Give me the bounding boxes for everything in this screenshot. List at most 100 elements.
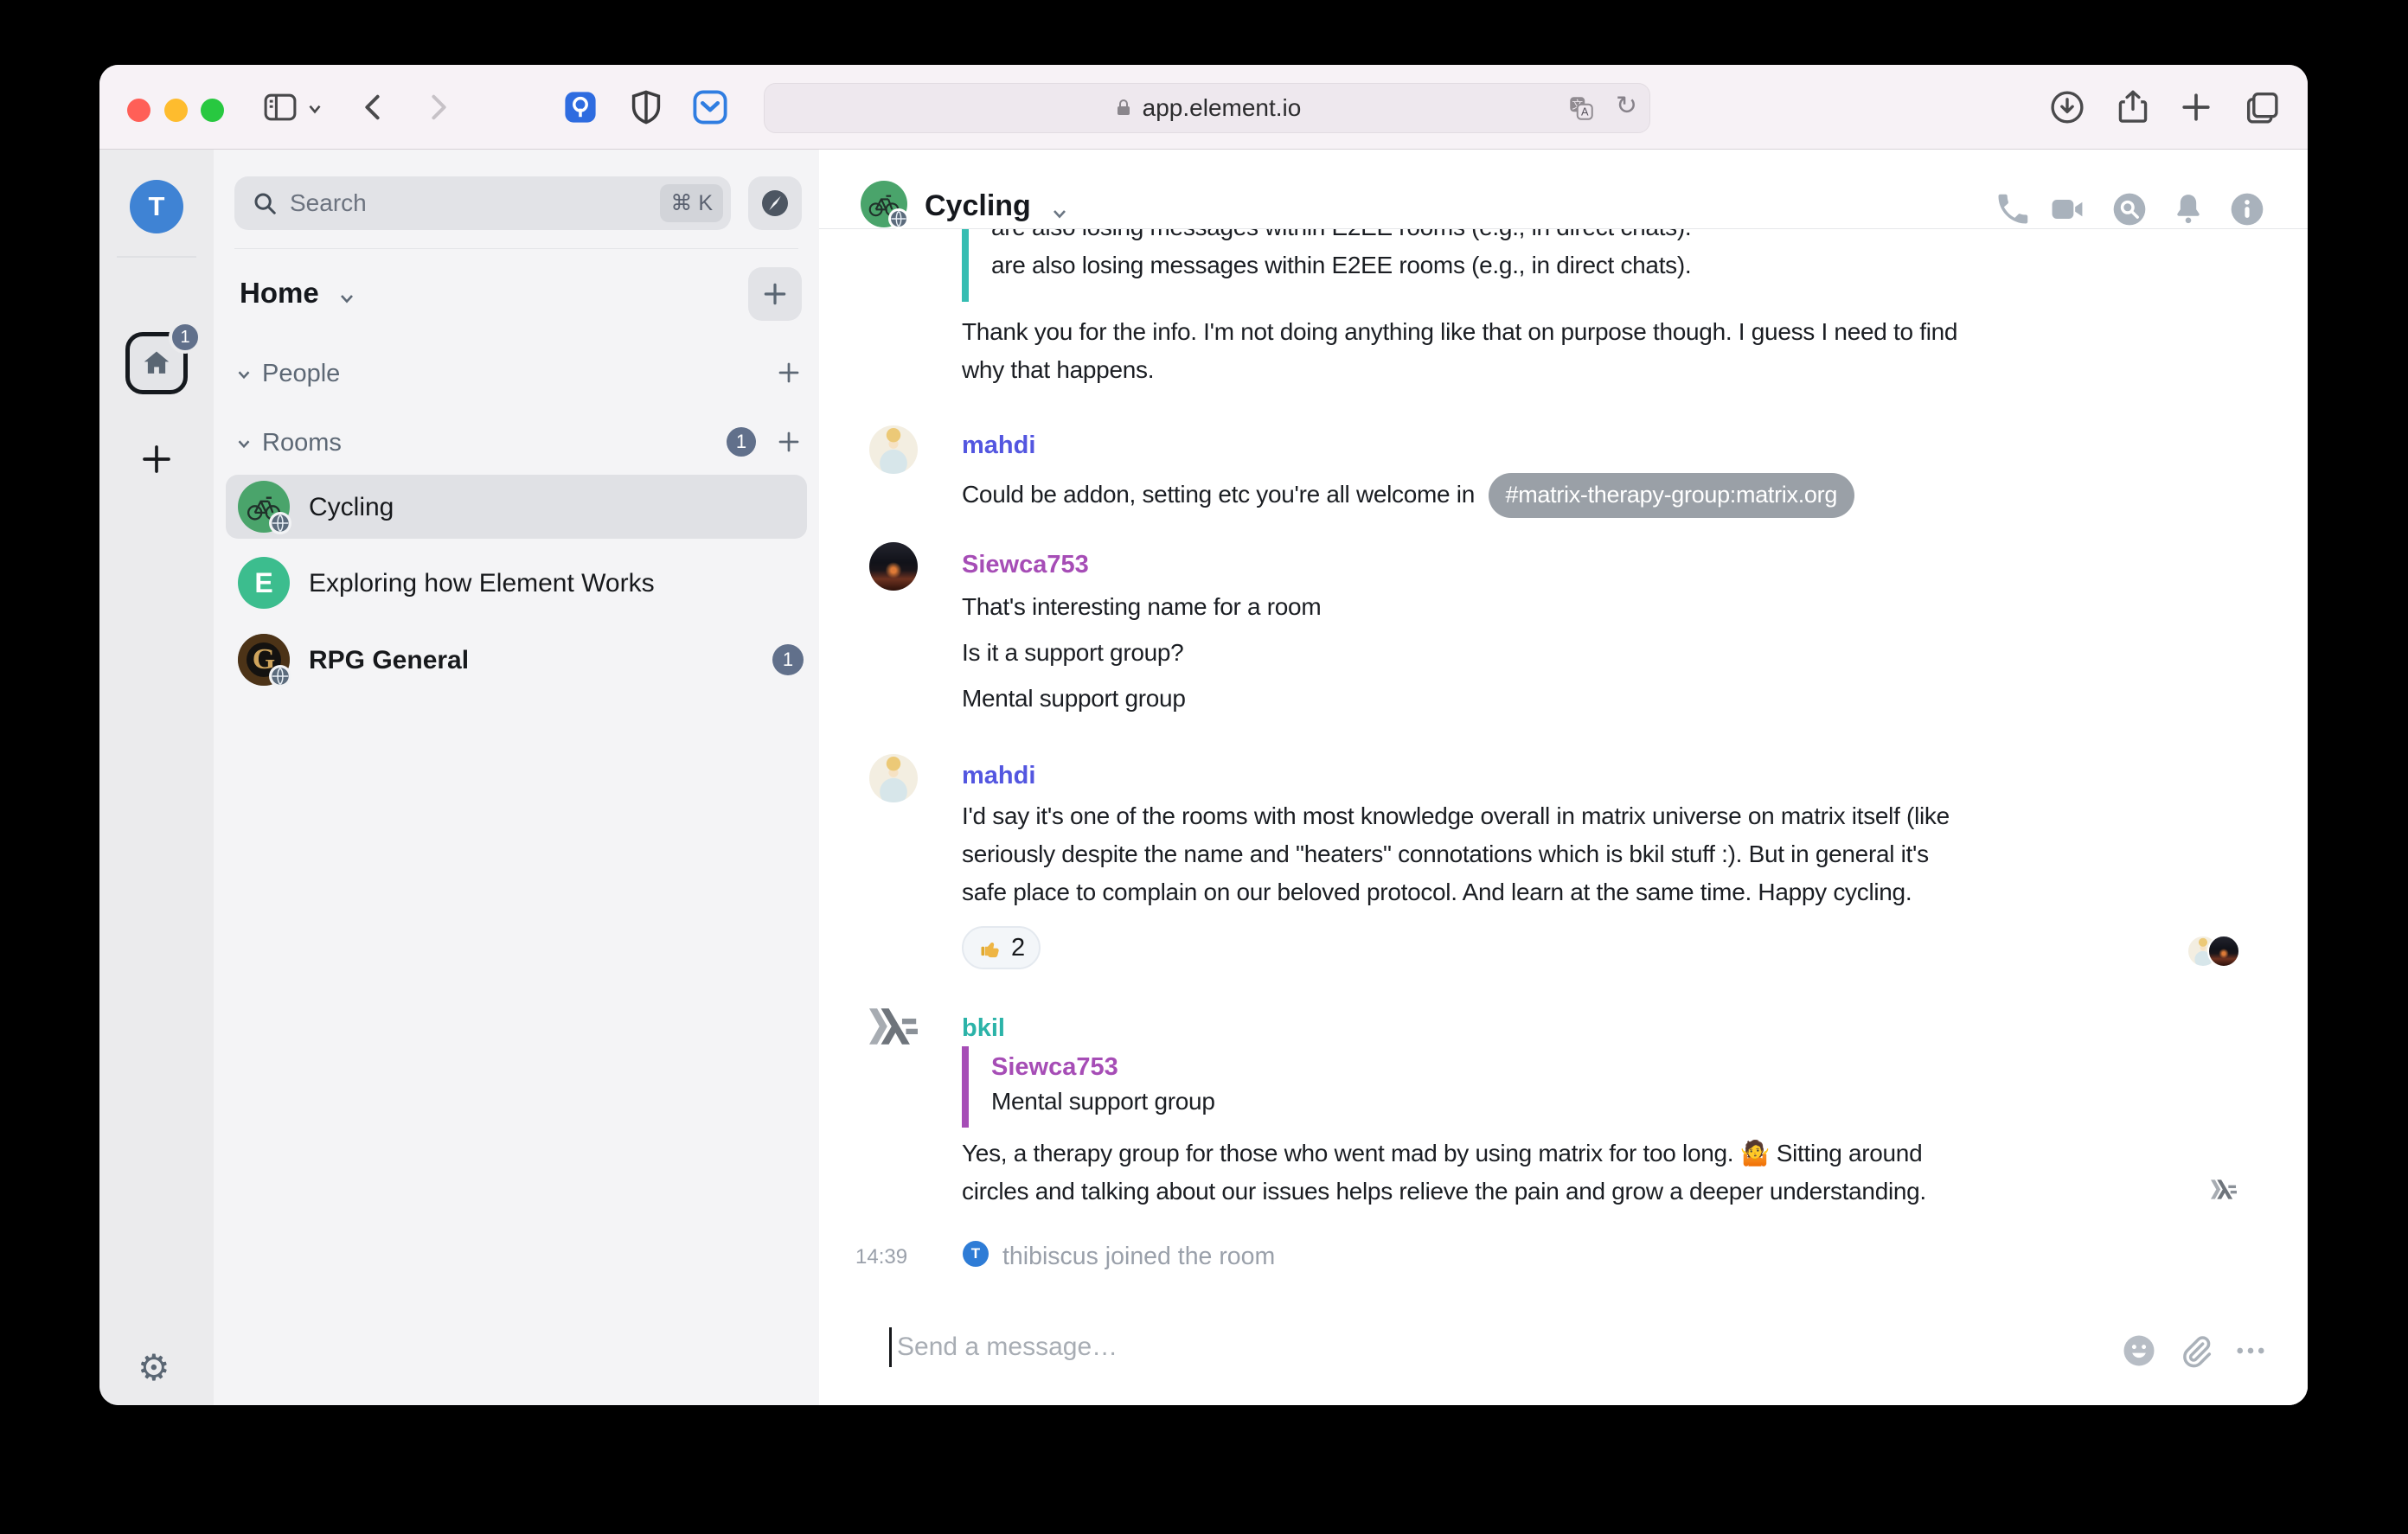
forward-button[interactable]: [418, 87, 458, 127]
room-avatar: G: [238, 634, 290, 686]
emoji-picker-button[interactable]: [2121, 1333, 2159, 1371]
chevron-down-icon: [234, 434, 253, 453]
quoted-text: Mental support group: [991, 1084, 1215, 1119]
search-shortcut: ⌘ K: [660, 184, 723, 222]
reply-quote[interactable]: Siewca753 Mental support group: [962, 1046, 1215, 1128]
close-window-button[interactable]: [127, 99, 150, 122]
reply-quote[interactable]: are also losing messages within E2EE roo…: [962, 229, 1691, 302]
attachment-button[interactable]: [2176, 1333, 2214, 1371]
password-manager-extension-icon[interactable]: [560, 86, 601, 128]
room-info-button[interactable]: [2228, 190, 2266, 228]
space-name[interactable]: Home: [240, 277, 319, 310]
sender-name[interactable]: mahdi: [962, 426, 1035, 464]
add-button[interactable]: [748, 267, 802, 321]
avatar-mahdi[interactable]: [869, 754, 918, 802]
message-body: I'd say it's one of the rooms with most …: [962, 797, 1950, 911]
quoted-sender: Siewca753: [991, 1050, 1215, 1084]
room-chevron-down-icon[interactable]: [1049, 203, 1070, 224]
chat-pane: Cycling are also losing messages within …: [819, 150, 2308, 1405]
message-line: circles and talking about our issues hel…: [962, 1173, 1926, 1211]
haskell-logo-icon: [869, 1005, 918, 1048]
url-text: app.element.io: [1143, 94, 1302, 122]
explore-rooms-button[interactable]: [748, 176, 802, 230]
settings-gear-icon[interactable]: ⚙: [138, 1350, 170, 1386]
pocket-extension-icon[interactable]: [689, 86, 731, 128]
avatar-siewca753[interactable]: [869, 542, 918, 591]
section-label: Rooms: [262, 429, 342, 457]
safari-window: app.element.io 文A ↻ T 1 ⚙: [99, 65, 2308, 1405]
compass-icon: [759, 188, 791, 219]
message-line: why that happens.: [962, 351, 1957, 389]
user-avatar[interactable]: T: [130, 180, 183, 233]
timeline-event: 14:39 T thibiscus joined the room: [819, 1239, 2308, 1274]
share-button[interactable]: [2113, 87, 2153, 127]
room-avatar: [238, 481, 290, 533]
read-receipts: [2187, 935, 2240, 968]
reload-icon[interactable]: ↻: [1616, 91, 1637, 121]
sidebar-chevron-down-icon[interactable]: [305, 99, 324, 118]
message-line: That's interesting name for a room: [962, 588, 1321, 626]
more-options-button[interactable]: [2232, 1333, 2270, 1371]
sender-name[interactable]: mahdi: [962, 757, 1035, 795]
message-timeline[interactable]: are also losing messages within E2EE roo…: [819, 229, 2308, 1310]
notifications-button[interactable]: [2169, 190, 2207, 228]
room-title[interactable]: Cycling: [925, 189, 1031, 223]
event-text: thibiscus joined the room: [1002, 1239, 1275, 1274]
reaction-pill[interactable]: 2: [962, 926, 1041, 969]
room-name: Exploring how Element Works: [309, 569, 655, 598]
avatar-bkil[interactable]: [869, 1005, 918, 1052]
sender-name[interactable]: Siewca753: [962, 546, 1089, 584]
event-avatar-thibiscus[interactable]: T: [963, 1241, 989, 1267]
quote-clipped-line: are also losing messages within E2EE roo…: [991, 229, 1691, 246]
search-icon: [252, 190, 278, 216]
section-people[interactable]: People: [234, 360, 340, 388]
room-name: RPG General: [309, 646, 469, 675]
room-header-avatar[interactable]: [861, 181, 907, 227]
svg-text:A: A: [1581, 105, 1589, 118]
url-bar[interactable]: app.element.io 文A ↻: [764, 83, 1650, 133]
create-space-button[interactable]: [138, 440, 176, 478]
public-room-globe-icon: [888, 208, 909, 229]
section-rooms[interactable]: Rooms: [234, 429, 342, 457]
message-line: Yes, a therapy group for those who went …: [962, 1135, 1926, 1173]
downloads-button[interactable]: [2047, 87, 2087, 127]
receipt-avatar-bkil[interactable]: [2211, 1179, 2237, 1205]
room-list-panel: Search ⌘ K Home People Rooms 1: [214, 150, 819, 1405]
public-room-globe-icon: [269, 512, 291, 534]
add-room-button[interactable]: [776, 429, 802, 455]
text-caret: [889, 1327, 892, 1367]
room-header: Cycling: [819, 150, 2308, 229]
room-item-exploring[interactable]: E Exploring how Element Works: [226, 551, 807, 615]
room-item-rpg-general[interactable]: G RPG General 1: [226, 628, 807, 692]
add-people-button[interactable]: [776, 360, 802, 386]
reaction-count: 2: [1011, 934, 1025, 962]
room-item-cycling[interactable]: Cycling: [226, 475, 807, 539]
new-tab-button[interactable]: [2176, 87, 2216, 127]
minimize-window-button[interactable]: [164, 99, 188, 122]
search-placeholder: Search: [290, 189, 660, 217]
translate-icon[interactable]: 文A: [1566, 93, 1596, 123]
quote-line: are also losing messages within E2EE roo…: [991, 246, 1691, 284]
room-alias-pill[interactable]: #matrix-therapy-group:matrix.org: [1489, 473, 1855, 518]
message-body: Could be addon, setting etc you're all w…: [962, 473, 1854, 518]
room-search-button[interactable]: [2110, 190, 2149, 228]
space-chevron-down-icon[interactable]: [336, 288, 357, 309]
sidebar-toggle-icon[interactable]: [260, 87, 300, 127]
message-line: seriously despite the name and "heaters"…: [962, 835, 1950, 873]
message-body: Thank you for the info. I'm not doing an…: [962, 313, 1957, 389]
receipt-avatar-siewca753[interactable]: [2207, 935, 2240, 968]
shield-extension-icon[interactable]: [625, 86, 667, 128]
browser-toolbar: app.element.io 文A ↻: [99, 65, 2308, 150]
voice-call-button[interactable]: [1994, 190, 2032, 228]
section-label: People: [262, 360, 340, 388]
thumbs-up-icon: [977, 935, 1003, 961]
zoom-window-button[interactable]: [201, 99, 224, 122]
search-input[interactable]: Search ⌘ K: [234, 176, 731, 230]
tab-overview-button[interactable]: [2242, 87, 2282, 127]
avatar-mahdi[interactable]: [869, 425, 918, 474]
public-room-globe-icon: [269, 665, 291, 687]
back-button[interactable]: [354, 87, 394, 127]
video-call-button[interactable]: [2048, 190, 2086, 228]
sender-name[interactable]: bkil: [962, 1009, 1005, 1047]
message-composer[interactable]: Send a message…: [819, 1293, 2308, 1405]
